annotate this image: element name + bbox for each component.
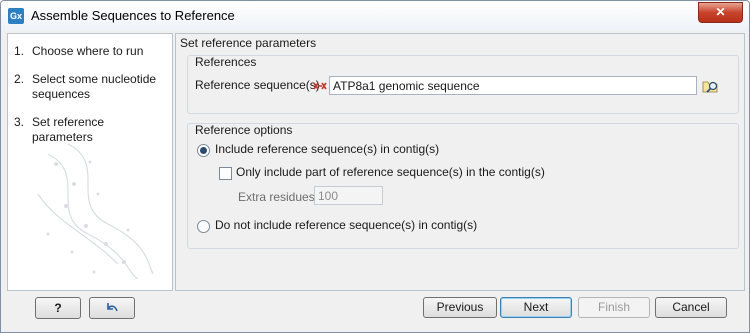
title-bar[interactable]: Gx Assemble Sequences to Reference ✕ bbox=[1, 1, 749, 31]
section-title: Set reference parameters bbox=[180, 36, 317, 50]
include-reference-label: Include reference sequence(s) in contig(… bbox=[215, 142, 440, 156]
dna-watermark-icon bbox=[37, 143, 154, 280]
step-number: 1. bbox=[14, 44, 25, 58]
reference-options-group: Reference options Include reference sequ… bbox=[187, 123, 739, 249]
include-reference-radio[interactable] bbox=[197, 144, 210, 157]
app-logo-icon: Gx bbox=[8, 8, 24, 24]
reference-sequence-label: Reference sequence(s) bbox=[195, 78, 320, 92]
extra-residues-field[interactable]: 100 bbox=[314, 186, 383, 205]
wizard-steps-panel: 1. Choose where to run 2. Select some nu… bbox=[7, 33, 173, 291]
references-group: References Reference sequence(s) ATP8a1 … bbox=[187, 55, 739, 114]
extra-residues-label: Extra residues bbox=[238, 190, 315, 204]
only-part-label: Only include part of reference sequence(… bbox=[236, 165, 545, 179]
browse-folder-icon[interactable] bbox=[702, 77, 720, 95]
help-button[interactable]: ? bbox=[35, 297, 81, 319]
reference-sequence-field[interactable]: ATP8a1 genomic sequence bbox=[329, 76, 697, 95]
undo-arrow-icon bbox=[107, 303, 118, 312]
references-group-title: References bbox=[195, 55, 257, 69]
exclude-reference-label: Do not include reference sequence(s) in … bbox=[215, 218, 478, 232]
parameters-panel: Set reference parameters References Refe… bbox=[175, 33, 745, 291]
only-part-checkbox[interactable] bbox=[219, 167, 232, 180]
reference-options-group-title: Reference options bbox=[195, 123, 293, 137]
step-label: Select some nucleotide sequences bbox=[32, 72, 157, 101]
next-button[interactable]: Next bbox=[500, 297, 572, 318]
previous-button[interactable]: Previous bbox=[423, 297, 497, 318]
step-label: Choose where to run bbox=[32, 44, 144, 58]
exclude-reference-radio[interactable] bbox=[197, 220, 210, 233]
cancel-button[interactable]: Cancel bbox=[655, 297, 727, 318]
sequence-icon bbox=[313, 82, 327, 90]
step-number: 2. bbox=[14, 72, 25, 86]
window-title: Assemble Sequences to Reference bbox=[31, 8, 235, 23]
reset-button[interactable] bbox=[89, 297, 135, 319]
step-select-sequences: 2. Select some nucleotide sequences bbox=[14, 72, 168, 102]
step-choose-where-to-run: 1. Choose where to run bbox=[14, 44, 168, 59]
dialog-window: Gx Assemble Sequences to Reference ✕ 1. … bbox=[0, 0, 750, 333]
close-button[interactable]: ✕ bbox=[698, 2, 743, 23]
finish-button[interactable]: Finish bbox=[578, 297, 650, 318]
